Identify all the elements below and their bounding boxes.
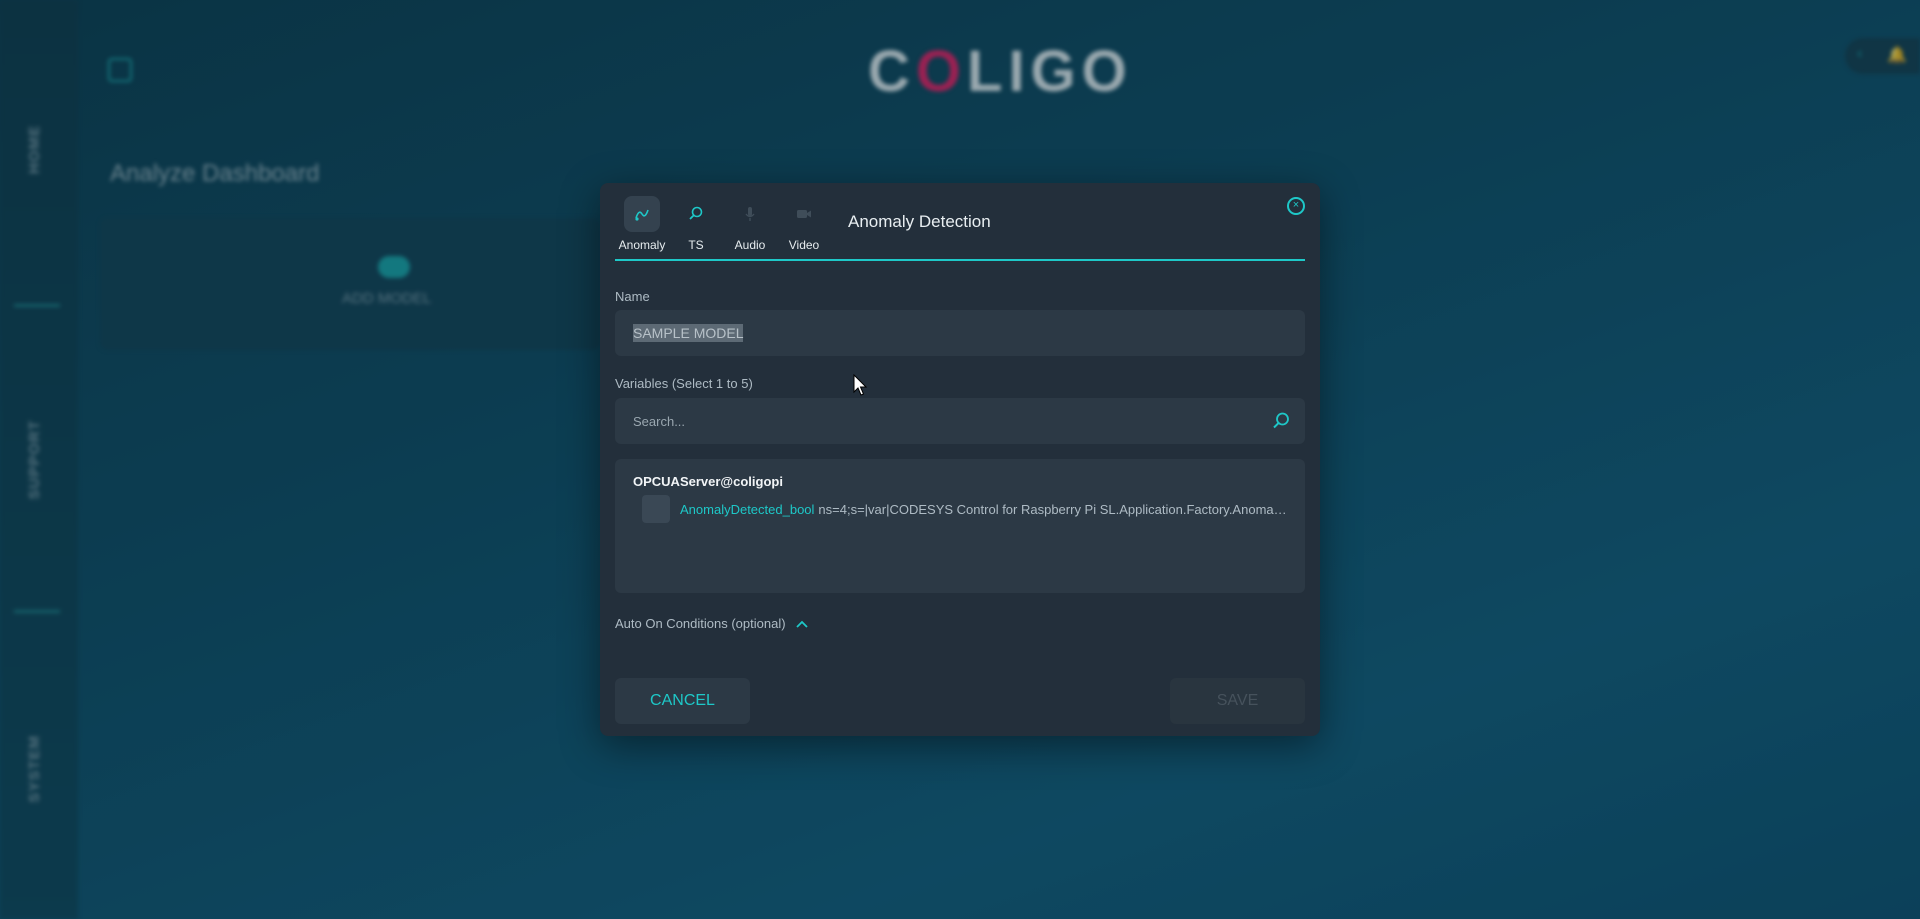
magnifier-icon xyxy=(678,196,714,232)
tab-audio[interactable]: Audio xyxy=(723,196,777,252)
tab-anomaly[interactable]: Anomaly xyxy=(615,196,669,252)
server-name: OPCUAServer@coligopi xyxy=(633,474,783,489)
save-button[interactable]: SAVE xyxy=(1170,678,1305,724)
auto-on-conditions-toggle[interactable]: Auto On Conditions (optional) xyxy=(615,616,808,631)
close-icon[interactable]: × xyxy=(1287,197,1305,215)
cancel-button[interactable]: CANCEL xyxy=(615,678,750,724)
name-label: Name xyxy=(615,289,650,304)
mouse-cursor-icon xyxy=(853,374,868,396)
variables-list: OPCUAServer@coligopi AnomalyDetected_boo… xyxy=(615,459,1305,593)
variable-path: ns=4;s=|var|CODESYS Control for Raspberr… xyxy=(818,501,1289,517)
dialog-title: Anomaly Detection xyxy=(848,212,991,231)
microphone-icon xyxy=(732,196,768,232)
add-model-dialog: × Anomaly TS Audio Video Anomaly Detecti… xyxy=(600,183,1320,736)
name-value: SAMPLE MODEL xyxy=(633,324,744,342)
tab-ts[interactable]: TS xyxy=(669,196,723,252)
tab-label: Video xyxy=(788,238,820,252)
model-type-tabs: Anomaly TS Audio Video xyxy=(615,196,831,252)
variable-search xyxy=(615,398,1305,444)
anomaly-icon xyxy=(624,196,660,232)
variables-label: Variables (Select 1 to 5) xyxy=(615,376,753,391)
video-camera-icon xyxy=(786,196,822,232)
list-item[interactable]: AnomalyDetected_bool ns=4;s=|var|CODESYS… xyxy=(642,495,1288,523)
variable-name: AnomalyDetected_bool xyxy=(680,501,815,517)
tab-label: Anomaly xyxy=(618,238,666,252)
header-divider xyxy=(615,259,1305,261)
tab-label: Audio xyxy=(734,238,766,252)
name-field[interactable]: SAMPLE MODEL xyxy=(615,310,1305,356)
tab-video[interactable]: Video xyxy=(777,196,831,252)
chevron-up-icon xyxy=(795,620,808,628)
search-input[interactable] xyxy=(615,398,1255,444)
variable-checkbox[interactable] xyxy=(642,495,670,523)
search-icon[interactable] xyxy=(1271,411,1291,431)
tab-label: TS xyxy=(688,238,704,252)
auto-on-label: Auto On Conditions (optional) xyxy=(615,616,786,631)
